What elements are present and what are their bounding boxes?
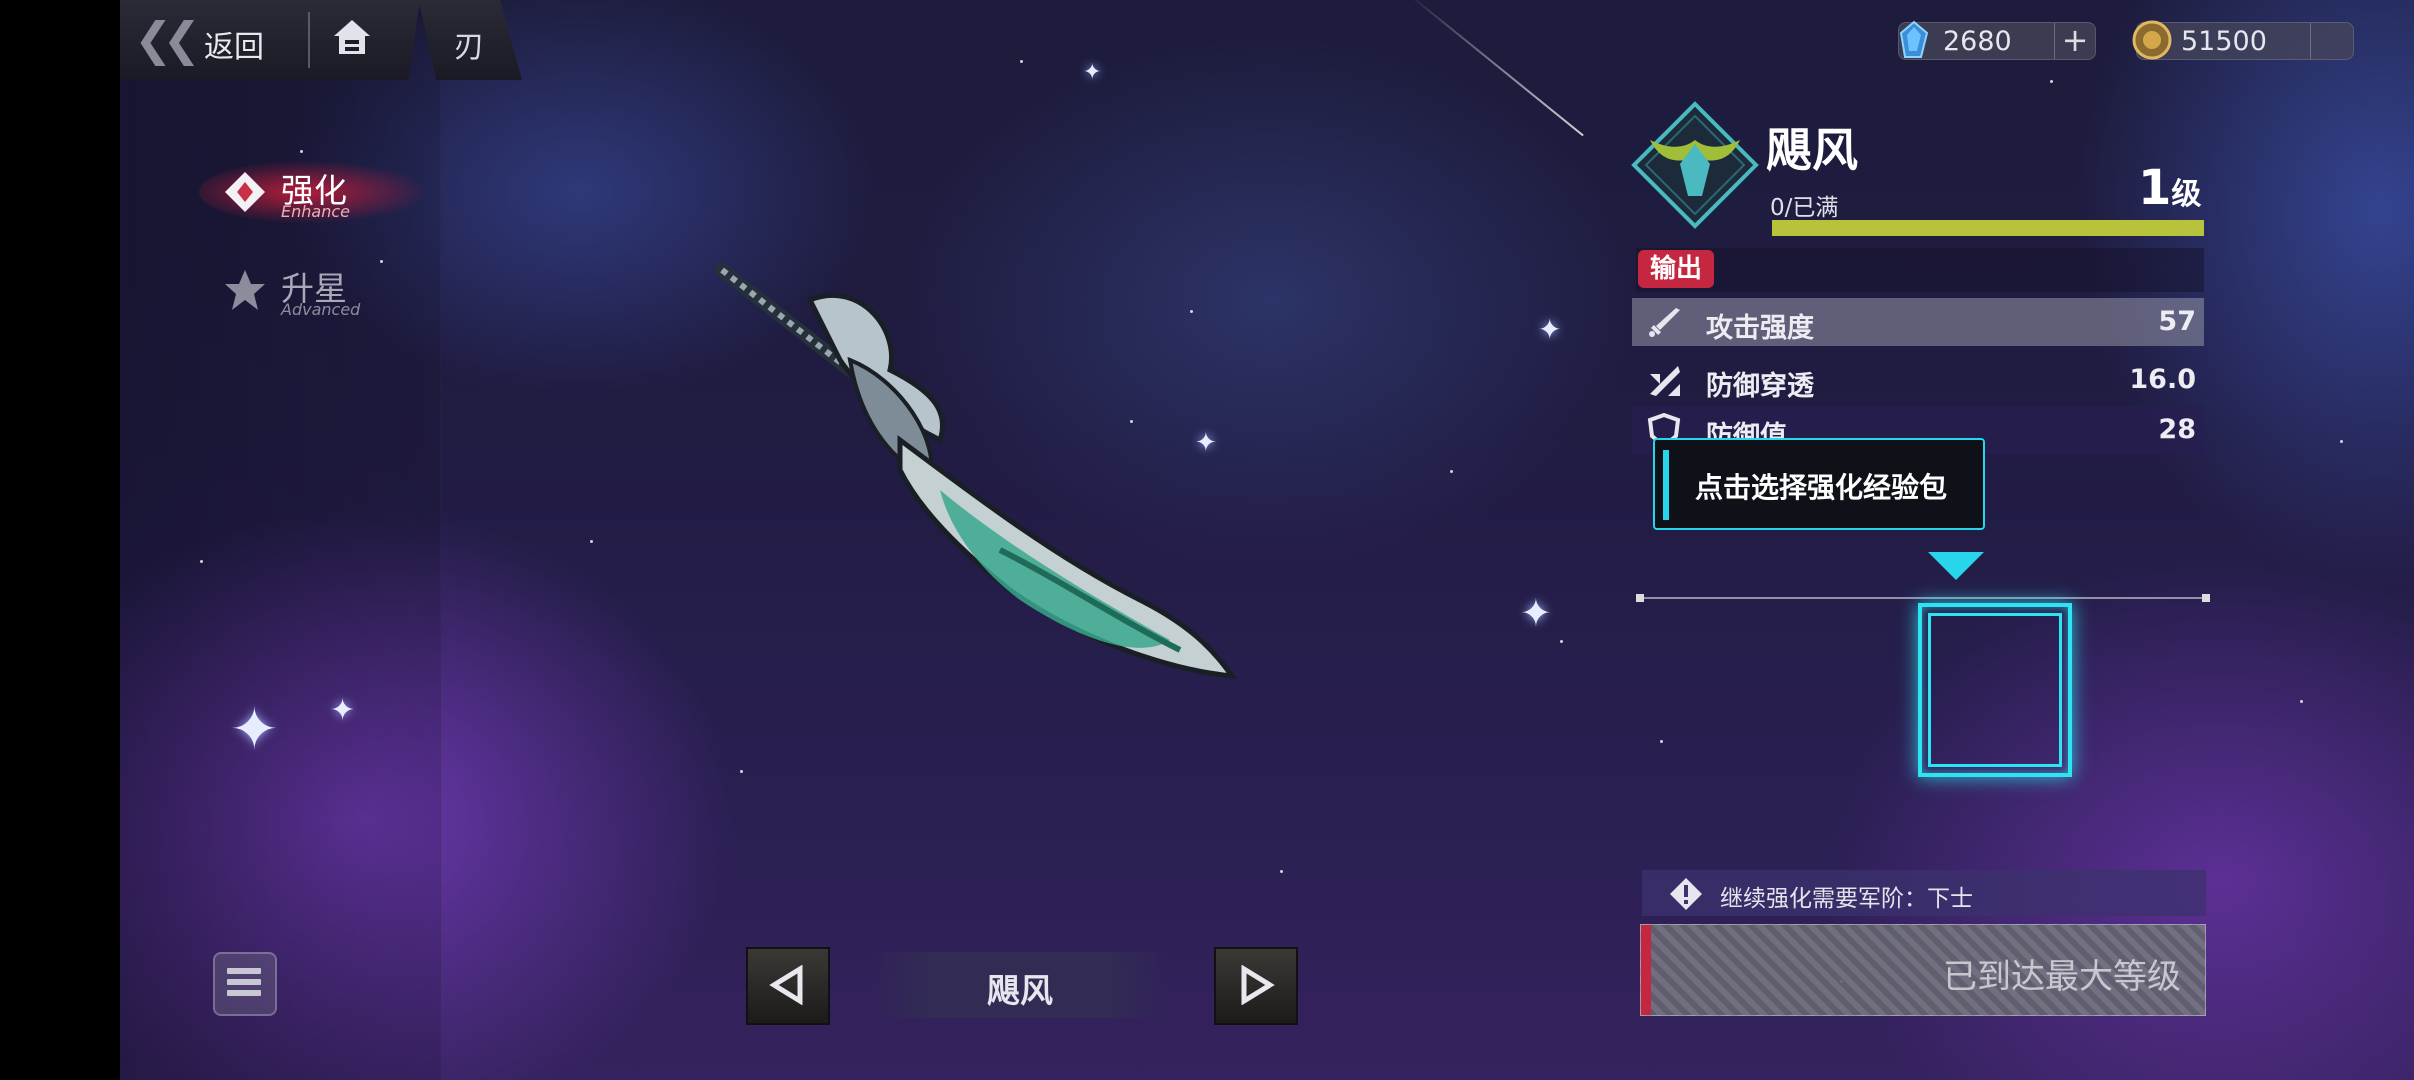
tab-enhance-sublabel: Enhance: [281, 202, 350, 221]
max-level-label: 已到达最大等级: [1943, 957, 2181, 997]
tooltip-text: 点击选择强化经验包: [1695, 471, 1948, 504]
weapon-name-plate: 飓风: [870, 952, 1170, 1018]
weapon-name: 飓风: [1766, 123, 1858, 177]
pierce-icon: [1650, 366, 1680, 396]
sparkle-star: ✦: [230, 695, 279, 763]
level-number: 1: [2138, 160, 2172, 216]
coin-extra-button[interactable]: [2310, 23, 2353, 59]
star: [740, 770, 743, 773]
tooltip-accent-bar: [1663, 450, 1669, 520]
button-accent-bar: [1641, 925, 1651, 1015]
back-button[interactable]: ❮❮ 返回: [120, 0, 420, 80]
exp-pack-slot-inner: [1928, 613, 2062, 767]
weapon-emblem-icon: [1631, 101, 1759, 229]
crystal-amount: 2680: [1943, 26, 2012, 57]
star: [200, 560, 203, 563]
sparkle-star: ✦: [1538, 313, 1562, 346]
double-chevron-left-icon: ❮❮: [134, 12, 201, 66]
exp-bar-fill: [1772, 220, 2204, 236]
star: [2340, 440, 2343, 443]
requirement-notice: 继续强化需要军阶：下士: [1642, 870, 2206, 916]
stat-name: 攻击强度: [1706, 313, 1814, 344]
sparkle-star: ✦: [1520, 591, 1552, 635]
add-crystal-button[interactable]: +: [2054, 23, 2095, 59]
exp-progress-text: 0/已满: [1770, 195, 1839, 221]
max-level-button[interactable]: 已到达最大等级: [1640, 924, 2206, 1016]
sword-icon: [1649, 308, 1680, 337]
role-badge: 输出: [1638, 250, 1715, 288]
meteor-streak: [1403, 0, 1584, 137]
nav-separator: [308, 12, 310, 68]
tab-advanced[interactable]: 升星 Advanced: [205, 256, 465, 326]
star: [300, 150, 303, 153]
coin-currency: 51500: [2132, 20, 2354, 60]
list-menu-button[interactable]: [213, 952, 277, 1016]
stat-row-attack: 攻击强度 57: [1632, 298, 2204, 346]
warning-icon: [1670, 878, 1702, 910]
exp-bar: [1772, 220, 2204, 236]
level-suffix: 级: [2171, 177, 2202, 212]
sword-weapon-image: [715, 263, 1238, 680]
selected-weapon-name: 飓风: [987, 971, 1053, 1010]
list-icon: [227, 968, 261, 1001]
requirement-text: 继续强化需要军阶：下士: [1720, 886, 1973, 912]
stat-value: 57: [2158, 306, 2196, 337]
tab-advanced-sublabel: Advanced: [281, 300, 361, 319]
exp-pack-slot[interactable]: [1918, 603, 2072, 777]
coin-icon: [2132, 20, 2172, 60]
crystal-icon: [1899, 20, 1929, 58]
home-icon[interactable]: [330, 16, 374, 60]
star: [1280, 870, 1283, 873]
star: [1450, 470, 1453, 473]
star: [2050, 80, 2053, 83]
enhance-icon: [225, 172, 265, 212]
prev-weapon-button[interactable]: [746, 947, 830, 1025]
weapon-level: 1级: [2138, 160, 2201, 216]
star: [1020, 60, 1023, 63]
arrow-right-icon: [1241, 965, 1275, 1005]
stat-value: 28: [2158, 414, 2196, 445]
page-title: 刃: [454, 30, 484, 65]
stat-name: 防御穿透: [1706, 371, 1814, 402]
back-label: 返回: [204, 30, 264, 65]
tab-enhance[interactable]: 强化 Enhance: [199, 158, 465, 228]
guide-tooltip[interactable]: 点击选择强化经验包: [1653, 438, 1985, 530]
star: [1560, 640, 1563, 643]
sparkle-star: ✦: [330, 693, 356, 728]
crystal-currency: 2680 +: [1898, 20, 2096, 60]
star: [590, 540, 593, 543]
coin-amount: 51500: [2181, 26, 2267, 57]
sparkle-star: ✦: [1083, 60, 1102, 85]
tooltip-pointer-arrow: [1928, 552, 1984, 580]
star-upgrade-icon: [225, 270, 265, 310]
star: [2300, 700, 2303, 703]
material-divider: [1636, 594, 2210, 602]
next-weapon-button[interactable]: [1214, 947, 1298, 1025]
role-strip: [1636, 248, 2204, 292]
stat-row-penetration: 防御穿透 16.0: [1632, 356, 2204, 404]
star: [1660, 740, 1663, 743]
arrow-left-icon: [769, 965, 803, 1005]
stat-value: 16.0: [2129, 364, 2196, 395]
